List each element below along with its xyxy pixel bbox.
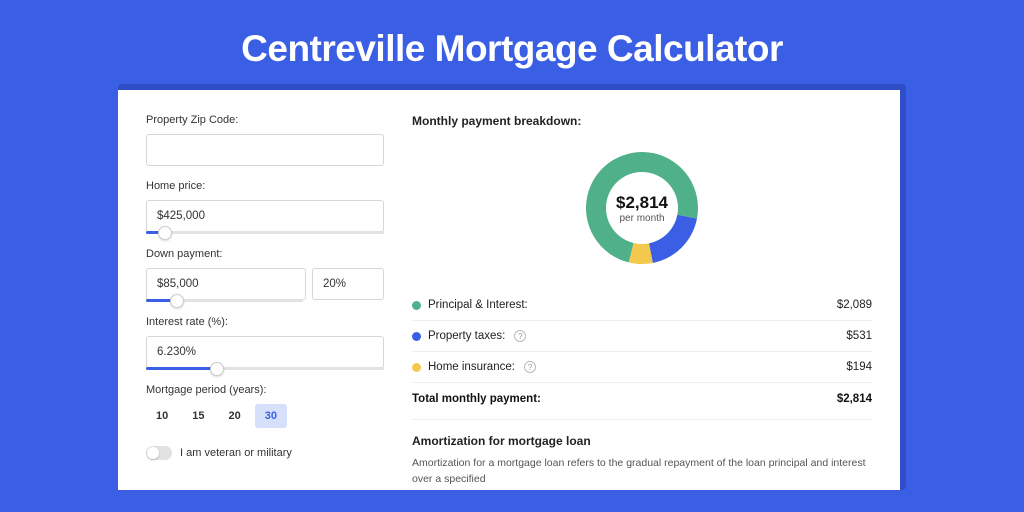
down-slider-thumb[interactable] [170, 294, 184, 308]
donut-chart: $2,814 per month [578, 144, 706, 272]
down-payment-field: Down payment: [146, 248, 384, 302]
down-label: Down payment: [146, 248, 384, 260]
veteran-toggle[interactable] [146, 446, 172, 460]
down-slider[interactable] [146, 299, 303, 302]
page-title: Centreville Mortgage Calculator [0, 28, 1024, 70]
period-option-20[interactable]: 20 [219, 404, 251, 428]
total-value: $2,814 [837, 393, 872, 405]
period-options: 10152030 [146, 404, 384, 428]
total-label: Total monthly payment: [412, 393, 541, 405]
rate-slider[interactable] [146, 367, 384, 370]
rate-field: Interest rate (%): [146, 316, 384, 370]
donut-center: $2,814 per month [578, 144, 706, 272]
legend-value: $531 [846, 330, 872, 342]
donut-amount: $2,814 [616, 193, 668, 213]
legend-dot [412, 363, 421, 372]
form-panel: Property Zip Code: Home price: Down paym… [146, 114, 384, 490]
price-input[interactable] [146, 200, 384, 232]
down-amount-input[interactable] [146, 268, 306, 300]
period-option-15[interactable]: 15 [182, 404, 214, 428]
breakdown-heading: Monthly payment breakdown: [412, 114, 872, 128]
rate-input[interactable] [146, 336, 384, 368]
price-label: Home price: [146, 180, 384, 192]
price-slider[interactable] [146, 231, 384, 234]
legend-value: $2,089 [837, 299, 872, 311]
period-option-10[interactable]: 10 [146, 404, 178, 428]
legend-row: Property taxes:? $531 [412, 321, 872, 352]
down-percent-input[interactable] [312, 268, 384, 300]
breakdown-panel: Monthly payment breakdown: $2,814 per mo… [412, 114, 872, 490]
rate-label: Interest rate (%): [146, 316, 384, 328]
donut-wrap: $2,814 per month [412, 134, 872, 290]
amortization-heading: Amortization for mortgage loan [412, 434, 872, 448]
rate-slider-fill [146, 367, 217, 370]
legend-label: Property taxes: [428, 330, 505, 342]
period-option-30[interactable]: 30 [255, 404, 287, 428]
help-icon[interactable]: ? [524, 361, 536, 373]
legend-row: Principal & Interest: $2,089 [412, 290, 872, 321]
card-shadow: Property Zip Code: Home price: Down paym… [118, 84, 906, 490]
veteran-label: I am veteran or military [180, 447, 292, 459]
period-label: Mortgage period (years): [146, 384, 384, 396]
legend-dot [412, 332, 421, 341]
donut-sub: per month [619, 213, 664, 224]
amortization-section: Amortization for mortgage loan Amortizat… [412, 419, 872, 488]
rate-slider-thumb[interactable] [210, 362, 224, 376]
legend: Principal & Interest: $2,089 Property taxe… [412, 290, 872, 382]
legend-label: Home insurance: [428, 361, 515, 373]
legend-label: Principal & Interest: [428, 299, 528, 311]
zip-input[interactable] [146, 134, 384, 166]
legend-dot [412, 301, 421, 310]
price-slider-thumb[interactable] [158, 226, 172, 240]
zip-field: Property Zip Code: [146, 114, 384, 166]
period-field: Mortgage period (years): 10152030 [146, 384, 384, 428]
legend-value: $194 [846, 361, 872, 373]
zip-label: Property Zip Code: [146, 114, 384, 126]
veteran-row: I am veteran or military [146, 446, 384, 460]
calculator-card: Property Zip Code: Home price: Down paym… [118, 90, 900, 490]
legend-row: Home insurance:? $194 [412, 352, 872, 382]
price-field: Home price: [146, 180, 384, 234]
amortization-body: Amortization for a mortgage loan refers … [412, 456, 872, 488]
help-icon[interactable]: ? [514, 330, 526, 342]
total-row: Total monthly payment: $2,814 [412, 382, 872, 419]
